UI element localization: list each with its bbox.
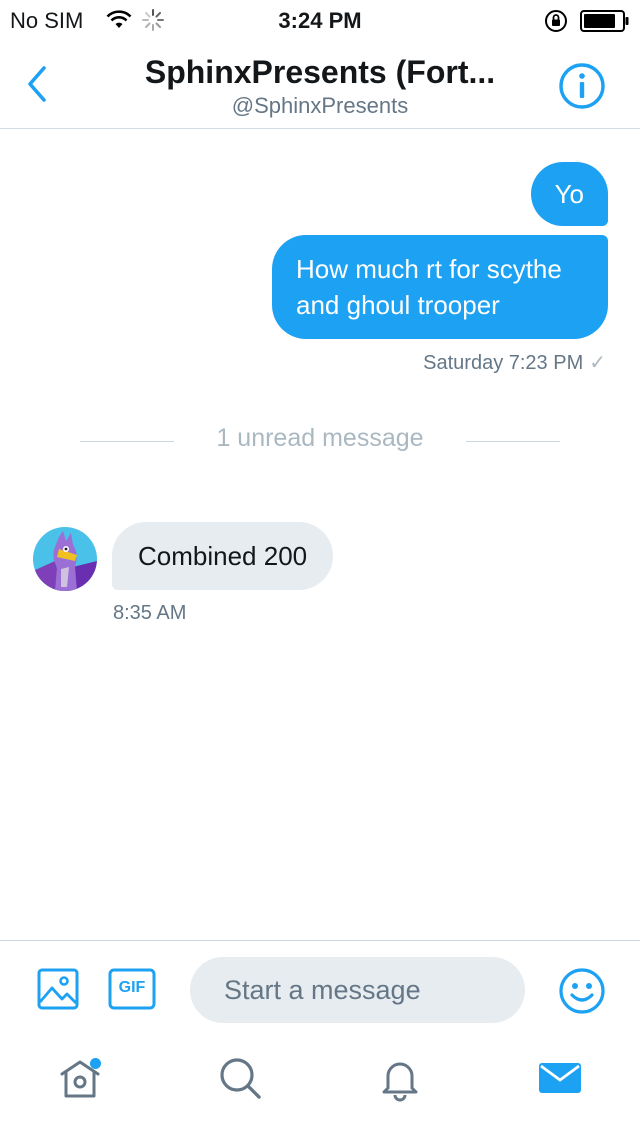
sent-timestamp: Saturday 7:23 PM ✓	[423, 350, 606, 375]
rotation-lock-icon	[544, 9, 568, 39]
back-chevron-icon[interactable]	[22, 64, 52, 104]
emoji-icon[interactable]	[558, 967, 606, 1015]
unread-divider-text: 1 unread message	[216, 424, 424, 452]
conversation-header: SphinxPresents (Fort... @SphinxPresents	[0, 40, 640, 129]
notifications-icon[interactable]	[376, 1054, 424, 1102]
checkmark-icon: ✓	[589, 352, 606, 374]
message-input[interactable]	[190, 957, 525, 1023]
messages-icon[interactable]	[536, 1054, 584, 1102]
conversation-title: SphinxPresents (Fort...	[144, 54, 496, 90]
received-timestamp: 8:35 AM	[113, 602, 187, 624]
status-bar: No SIM 3:24 PM	[0, 0, 640, 40]
divider-line	[466, 441, 560, 442]
sent-message-bubble[interactable]: How much rt for scythe and ghoul trooper	[272, 235, 608, 339]
unread-divider: 1 unread message	[80, 424, 560, 454]
sent-timestamp-text: Saturday 7:23 PM	[423, 352, 584, 374]
photo-icon[interactable]	[37, 968, 79, 1010]
sent-message-bubble[interactable]: Yo	[530, 162, 608, 226]
tab-bar	[0, 1032, 640, 1136]
message-composer: GIF	[0, 940, 640, 1033]
gif-label: GIF	[118, 979, 146, 996]
battery-icon	[580, 10, 630, 38]
conversation-handle: @SphinxPresents	[231, 93, 409, 118]
home-badge	[90, 1058, 101, 1069]
header-title-block: SphinxPresents (Fort... @SphinxPresents	[110, 52, 530, 120]
received-message-bubble[interactable]: Combined 200	[112, 522, 334, 590]
gif-icon[interactable]: GIF	[108, 968, 156, 1010]
search-icon[interactable]	[216, 1054, 264, 1102]
avatar[interactable]	[33, 527, 97, 591]
info-icon[interactable]	[558, 62, 606, 110]
